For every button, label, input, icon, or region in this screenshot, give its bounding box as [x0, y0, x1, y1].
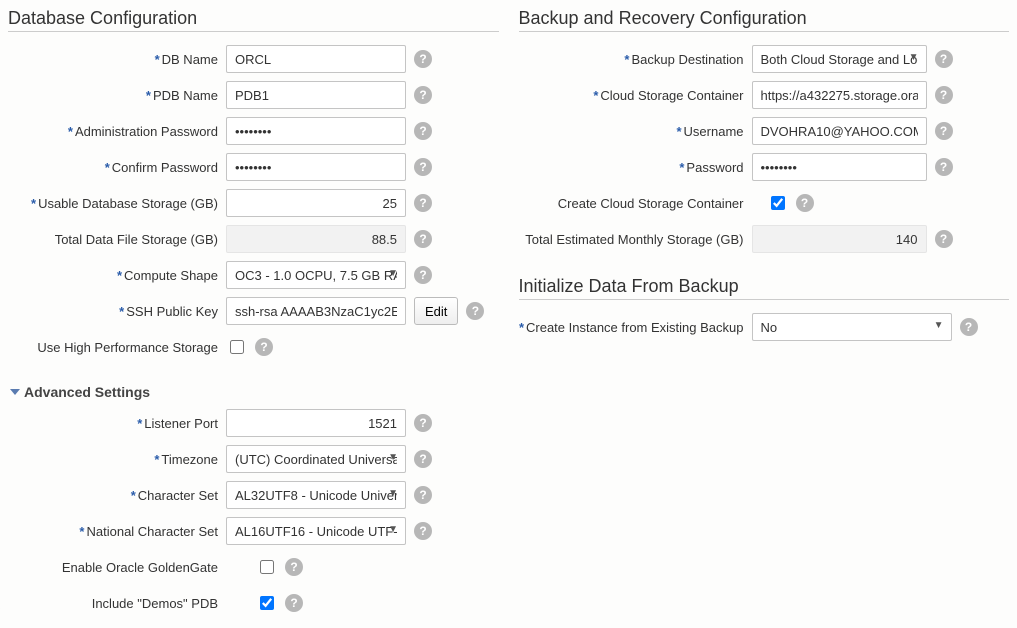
tems-value [752, 225, 927, 253]
admin-password-label: *Administration Password [8, 124, 226, 139]
admin-password-input[interactable] [226, 117, 406, 145]
national-charset-select[interactable]: AL16UTF16 - Unicode UTF-16 L [226, 517, 406, 545]
mouse-cursor-icon [0, 598, 2, 616]
create-csc-checkbox[interactable] [771, 196, 785, 210]
db-config-heading: Database Configuration [8, 8, 499, 29]
help-icon[interactable]: ? [285, 558, 303, 576]
disclosure-triangle-icon [10, 389, 20, 395]
help-icon[interactable]: ? [414, 194, 432, 212]
help-icon[interactable]: ? [285, 594, 303, 612]
help-icon[interactable]: ? [414, 50, 432, 68]
usable-storage-input[interactable] [226, 189, 406, 217]
divider [8, 31, 499, 32]
advanced-settings-heading: Advanced Settings [24, 384, 150, 400]
tems-label: Total Estimated Monthly Storage (GB) [519, 232, 752, 247]
ssh-key-label: *SSH Public Key [8, 304, 226, 319]
compute-shape-select[interactable]: OC3 - 1.0 OCPU, 7.5 GB RAM [226, 261, 406, 289]
create-csc-label: Create Cloud Storage Container [519, 196, 752, 211]
hps-label: Use High Performance Storage [8, 340, 226, 355]
help-icon[interactable]: ? [414, 522, 432, 540]
charset-label: *Character Set [8, 488, 226, 503]
cifeb-select[interactable]: No [752, 313, 952, 341]
charset-select[interactable]: AL32UTF8 - Unicode Universal c [226, 481, 406, 509]
db-name-label: *DB Name [8, 52, 226, 67]
backup-dest-label: *Backup Destination [519, 52, 752, 67]
backup-dest-select[interactable]: Both Cloud Storage and Local [752, 45, 927, 73]
cifeb-label: *Create Instance from Existing Backup [519, 320, 752, 335]
help-icon[interactable]: ? [414, 230, 432, 248]
hps-checkbox[interactable] [230, 340, 244, 354]
include-demos-checkbox[interactable] [260, 596, 274, 610]
help-icon[interactable]: ? [414, 450, 432, 468]
goldengate-label: Enable Oracle GoldenGate [8, 560, 226, 575]
listener-port-input[interactable] [226, 409, 406, 437]
help-icon[interactable]: ? [414, 486, 432, 504]
help-icon[interactable]: ? [414, 414, 432, 432]
help-icon[interactable]: ? [796, 194, 814, 212]
total-datafile-value [226, 225, 406, 253]
pdb-name-input[interactable] [226, 81, 406, 109]
help-icon[interactable]: ? [414, 158, 432, 176]
cloud-container-label: *Cloud Storage Container [519, 88, 752, 103]
confirm-password-label: *Confirm Password [8, 160, 226, 175]
divider [519, 31, 1010, 32]
timezone-select[interactable]: (UTC) Coordinated Universal Time [226, 445, 406, 473]
help-icon[interactable]: ? [414, 266, 432, 284]
help-icon[interactable]: ? [935, 122, 953, 140]
help-icon[interactable]: ? [255, 338, 273, 356]
help-icon[interactable]: ? [935, 50, 953, 68]
help-icon[interactable]: ? [414, 86, 432, 104]
help-icon[interactable]: ? [935, 158, 953, 176]
help-icon[interactable]: ? [935, 86, 953, 104]
backup-password-label: *Password [519, 160, 752, 175]
edit-button[interactable]: Edit [414, 297, 458, 325]
help-icon[interactable]: ? [960, 318, 978, 336]
help-icon[interactable]: ? [414, 122, 432, 140]
backup-config-heading: Backup and Recovery Configuration [519, 8, 1010, 29]
national-charset-label: *National Character Set [8, 524, 226, 539]
backup-password-input[interactable] [752, 153, 927, 181]
goldengate-checkbox[interactable] [260, 560, 274, 574]
advanced-settings-toggle[interactable]: Advanced Settings [12, 384, 499, 400]
username-input[interactable] [752, 117, 927, 145]
usable-storage-label: *Usable Database Storage (GB) [8, 196, 226, 211]
help-icon[interactable]: ? [466, 302, 484, 320]
username-label: *Username [519, 124, 752, 139]
init-from-backup-heading: Initialize Data From Backup [519, 276, 1010, 297]
help-icon[interactable]: ? [935, 230, 953, 248]
cloud-container-input[interactable] [752, 81, 927, 109]
compute-shape-label: *Compute Shape [8, 268, 226, 283]
timezone-label: *Timezone [8, 452, 226, 467]
total-datafile-label: Total Data File Storage (GB) [8, 232, 226, 247]
include-demos-label: Include "Demos" PDB [8, 596, 226, 611]
confirm-password-input[interactable] [226, 153, 406, 181]
ssh-key-input[interactable] [226, 297, 406, 325]
pdb-name-label: *PDB Name [8, 88, 226, 103]
divider [519, 299, 1010, 300]
db-name-input[interactable] [226, 45, 406, 73]
listener-port-label: *Listener Port [8, 416, 226, 431]
